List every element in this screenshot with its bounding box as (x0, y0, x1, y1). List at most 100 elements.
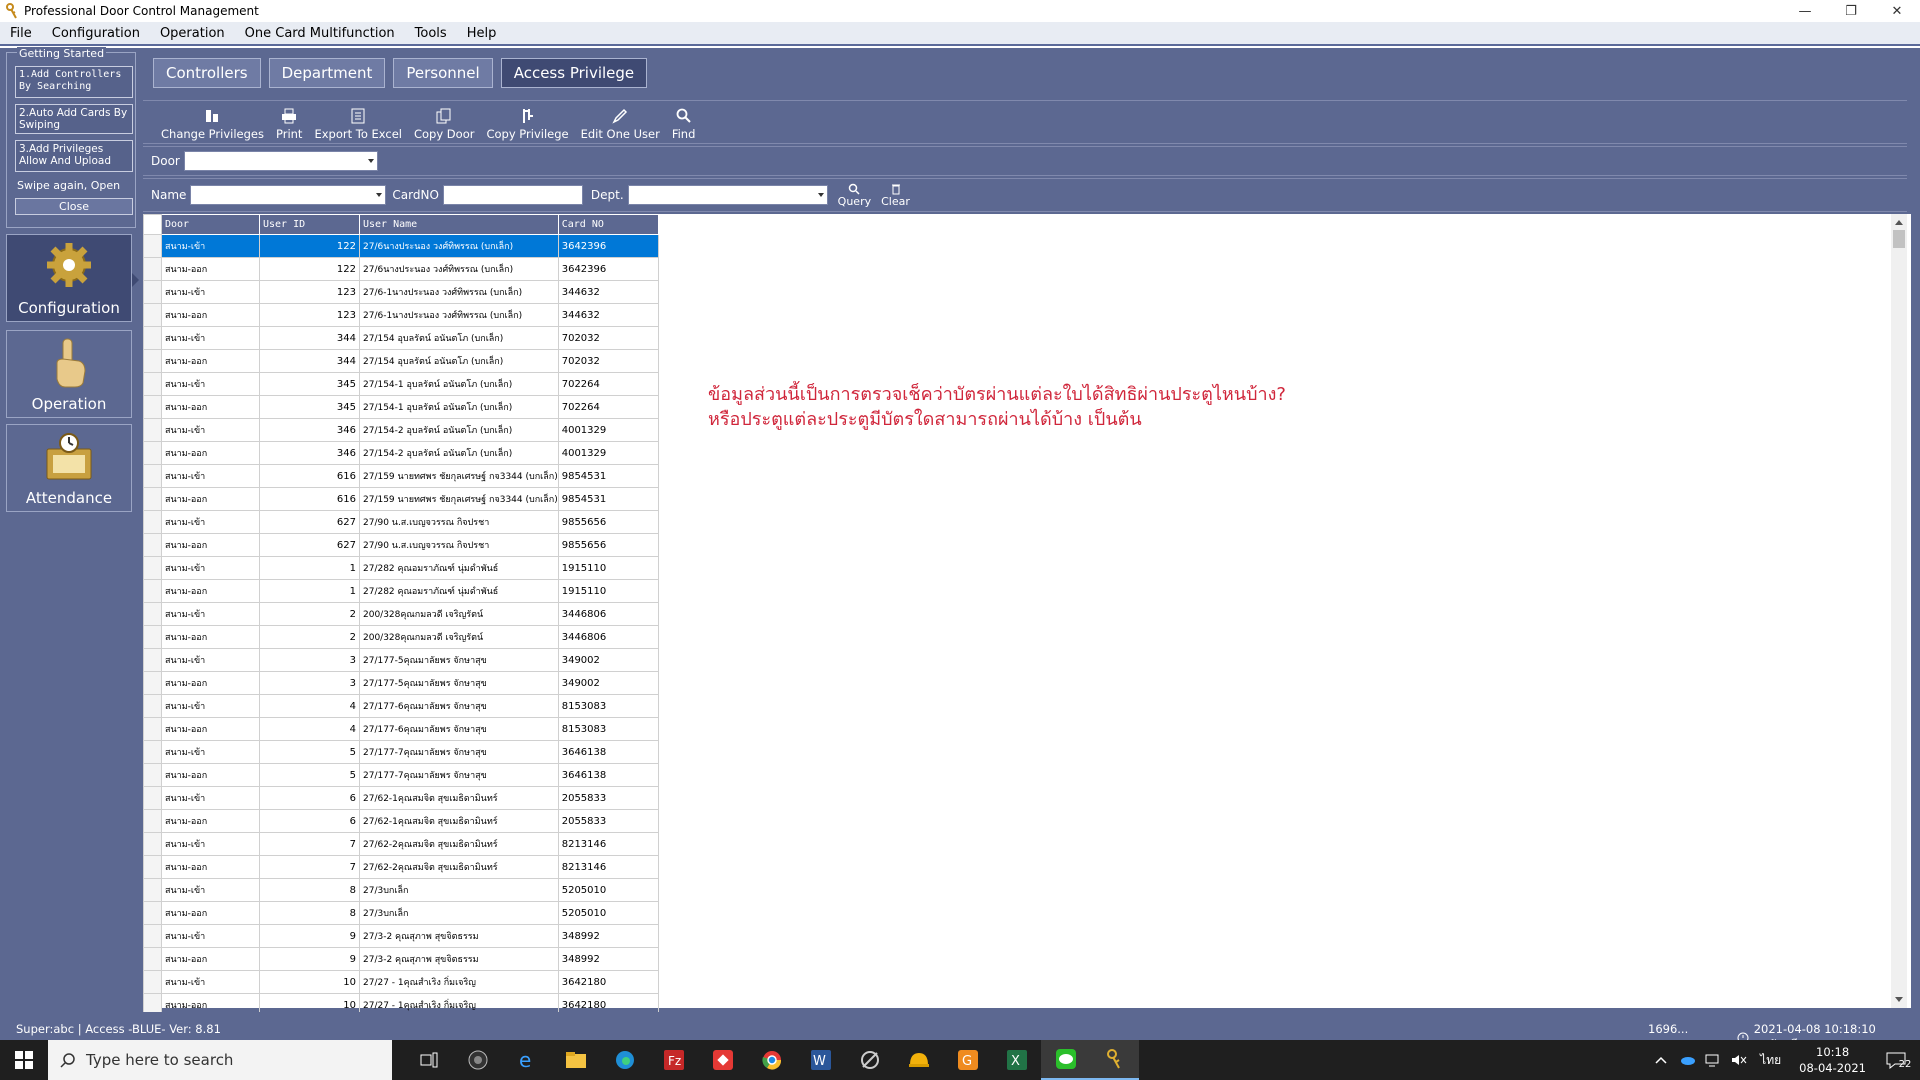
menu-help[interactable]: Help (457, 26, 507, 41)
table-row[interactable]: สนาม-ออก 344 27/154 อุบลรัตน์ อนันตโภ (บกเ… (143, 349, 659, 373)
row-selector[interactable] (143, 326, 162, 350)
table-row[interactable]: สนาม-ออก 627 27/90 น.ส.เบญจวรรณ กิจปรชา 985… (143, 533, 659, 557)
print-button[interactable]: Print (270, 107, 308, 141)
row-selector[interactable] (143, 763, 162, 787)
taskbar-search[interactable]: Type here to search (48, 1040, 392, 1080)
menu-file[interactable]: File (0, 26, 42, 41)
onedrive-cloud-icon[interactable] (1676, 1049, 1698, 1071)
table-row[interactable]: สนาม-ออก 5 27/177-7คุณมาลัยพร จักษาสุข 3646… (143, 763, 659, 787)
find-button[interactable]: Find (666, 107, 702, 141)
cardno-input[interactable] (442, 185, 583, 205)
scroll-up-icon[interactable] (1895, 220, 1903, 225)
table-row[interactable]: สนาม-ออก 8 27/3บกเล็ก 5205010 (143, 901, 659, 925)
table-row[interactable]: สนาม-ออก 7 27/62-2คุณสมจิต สุขเมธิดามินทร์… (143, 855, 659, 879)
row-selector[interactable] (143, 878, 162, 902)
row-selector[interactable] (143, 441, 162, 465)
row-selector[interactable] (143, 832, 162, 856)
scroll-down-icon[interactable] (1895, 997, 1903, 1002)
close-window-button[interactable]: ✕ (1874, 0, 1920, 22)
row-selector[interactable] (143, 694, 162, 718)
input-language[interactable]: ไทย (1760, 1051, 1781, 1070)
copy-privilege-button[interactable]: Copy Privilege (480, 107, 574, 141)
network-icon[interactable] (1702, 1049, 1724, 1071)
tab-controllers[interactable]: Controllers (153, 58, 261, 88)
nav-operation[interactable]: Operation (6, 330, 132, 418)
menu-tools[interactable]: Tools (405, 26, 457, 41)
network-tool-icon[interactable] (845, 1040, 894, 1080)
table-row[interactable]: สนาม-เข้า 123 27/6-1นางประนอง วงศ์ทิพรรณ (… (143, 280, 659, 304)
task-view-icon[interactable] (404, 1040, 453, 1080)
row-selector[interactable] (143, 533, 162, 557)
table-row[interactable]: สนาม-เข้า 10 27/27 - 1คุณสำเริง กิ่มเจริญ 3… (143, 970, 659, 994)
row-selector[interactable] (143, 901, 162, 925)
row-selector[interactable] (143, 372, 162, 396)
table-row[interactable]: สนาม-ออก 3 27/177-5คุณมาลัยพร จักษาสุข 3490… (143, 671, 659, 695)
change-privileges-button[interactable]: Change Privileges (155, 107, 270, 141)
menu-one-card-multifunction[interactable]: One Card Multifunction (235, 26, 405, 41)
row-selector[interactable] (143, 464, 162, 488)
chevron-up-icon[interactable] (1650, 1049, 1672, 1071)
table-row[interactable]: สนาม-เข้า 5 27/177-7คุณมาลัยพร จักษาสุข 364… (143, 740, 659, 764)
menu-operation[interactable]: Operation (150, 26, 235, 41)
tab-access-privilege[interactable]: Access Privilege (500, 58, 648, 88)
column-header-door[interactable]: Door (161, 214, 260, 235)
helmet-app-icon[interactable] (894, 1040, 943, 1080)
row-selector[interactable] (143, 625, 162, 649)
filezilla-icon[interactable]: Fz (649, 1040, 698, 1080)
row-selector[interactable] (143, 648, 162, 672)
add-privileges-button[interactable]: 3.Add Privileges Allow And Upload (15, 140, 133, 172)
camera-app-icon[interactable] (453, 1040, 502, 1080)
taskbar-clock[interactable]: 10:18 08-04-2021 (1799, 1044, 1866, 1076)
row-selector[interactable] (143, 556, 162, 580)
table-row[interactable]: สนาม-ออก 4 27/177-6คุณมาลัยพร จักษาสุข 8153… (143, 717, 659, 741)
table-row[interactable]: สนาม-เข้า 6 27/62-1คุณสมจิต สุขเมธิดามินทร… (143, 786, 659, 810)
table-row[interactable]: สนาม-ออก 345 27/154-1 อุบลรัตน์ อนันตโภ (บ… (143, 395, 659, 419)
row-selector[interactable] (143, 510, 162, 534)
table-row[interactable]: สนาม-เข้า 122 27/6นางประนอง วงศ์ทิพรรณ (บก… (143, 234, 659, 258)
scroll-thumb[interactable] (1893, 230, 1905, 248)
table-row[interactable]: สนาม-ออก 9 27/3-2 คุณสุภาพ สุขจิตธรรม 34899… (143, 947, 659, 971)
table-row[interactable]: สนาม-เข้า 9 27/3-2 คุณสุภาพ สุขจิตธรรม 3489… (143, 924, 659, 948)
nav-attendance[interactable]: Attendance (6, 424, 132, 512)
row-selector[interactable] (143, 947, 162, 971)
row-selector[interactable] (143, 855, 162, 879)
table-row[interactable]: สนาม-เข้า 7 27/62-2คุณสมจิต สุขเมธิดามินทร… (143, 832, 659, 856)
row-selector[interactable] (143, 257, 162, 281)
file-explorer-icon[interactable] (551, 1040, 600, 1080)
orange-app-icon[interactable]: G (943, 1040, 992, 1080)
column-header-user-id[interactable]: User ID (259, 214, 360, 235)
notification-center-icon[interactable]: 22 (1878, 1049, 1918, 1071)
table-row[interactable]: สนาม-เข้า 8 27/3บกเล็ก 5205010 (143, 878, 659, 902)
table-row[interactable]: สนาม-เข้า 1 27/282 คุณอมราภัณฑ์ นุ่มดำพันธ… (143, 556, 659, 580)
tab-department[interactable]: Department (268, 58, 386, 88)
auto-add-cards-button[interactable]: 2.Auto Add Cards By Swiping (15, 104, 133, 134)
row-selector[interactable] (143, 303, 162, 327)
row-selector[interactable] (143, 970, 162, 994)
table-row[interactable]: สนาม-ออก 122 27/6นางประนอง วงศ์ทิพรรณ (บกเ… (143, 257, 659, 281)
table-row[interactable]: สนาม-ออก 1 27/282 คุณอมราภัณฑ์ นุ่มดำพันธ์… (143, 579, 659, 603)
door-select[interactable] (183, 151, 378, 171)
internet-explorer-icon[interactable]: e (502, 1040, 551, 1080)
row-selector[interactable] (143, 418, 162, 442)
table-row[interactable]: สนาม-ออก 616 27/159 นายทศพร ชัยกุลเศรษฐ์ ก… (143, 487, 659, 511)
word-icon[interactable]: W (796, 1040, 845, 1080)
table-row[interactable]: สนาม-ออก 346 27/154-2 อุบลรัตน์ อนันตโภ (บ… (143, 441, 659, 465)
row-selector[interactable] (143, 395, 162, 419)
row-selector[interactable] (143, 671, 162, 695)
start-button[interactable] (0, 1040, 48, 1080)
row-selector[interactable] (143, 487, 162, 511)
row-selector[interactable] (143, 280, 162, 304)
chrome-icon[interactable] (747, 1040, 796, 1080)
line-app-icon[interactable] (1041, 1040, 1090, 1080)
row-selector[interactable] (143, 809, 162, 833)
row-selector[interactable] (143, 924, 162, 948)
row-selector[interactable] (143, 602, 162, 626)
clear-button[interactable]: Clear (881, 183, 910, 208)
speaker-muted-icon[interactable] (1728, 1049, 1750, 1071)
row-selector[interactable] (143, 786, 162, 810)
excel-icon[interactable]: X (992, 1040, 1041, 1080)
row-selector[interactable] (143, 349, 162, 373)
vertical-scrollbar[interactable] (1891, 214, 1907, 1008)
edit-one-user-button[interactable]: Edit One User (575, 107, 666, 141)
row-selector[interactable] (143, 579, 162, 603)
